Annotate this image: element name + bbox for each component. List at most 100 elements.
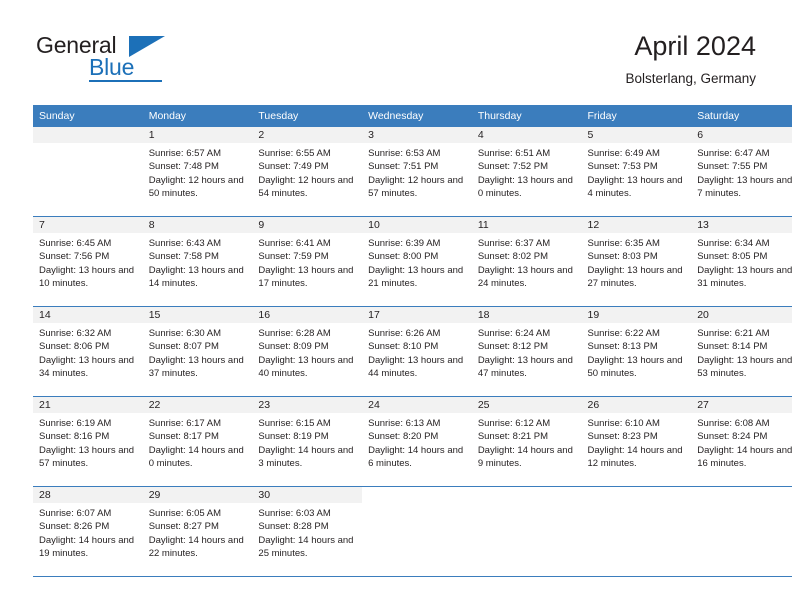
calendar-day-cell[interactable]: 12 Sunrise: 6:35 AM Sunset: 8:03 PM Dayligh… [581,216,692,307]
day-number: 25 [471,397,582,413]
calendar-day-cell[interactable]: 30 Sunrise: 6:03 AM Sunset: 8:28 PM Dayligh… [252,486,363,577]
day-details: Sunrise: 6:55 AM Sunset: 7:49 PM Daylight:… [252,143,362,201]
general-blue-logo: General Blue [36,32,216,84]
calendar-day-cell[interactable]: 4 Sunrise: 6:51 AM Sunset: 7:52 PM Daylight… [471,127,582,217]
sunrise-text: Sunrise: 6:57 AM [148,148,222,159]
day-details: Sunrise: 6:28 AM Sunset: 8:09 PM Daylight:… [252,323,362,381]
day-number: 23 [252,397,363,413]
calendar-day-cell[interactable] [471,486,582,577]
day-details: Sunrise: 6:21 AM Sunset: 8:14 PM Daylight:… [691,323,792,381]
sunset-text: Sunset: 8:02 PM [477,251,549,263]
calendar-day-cell[interactable]: 11 Sunrise: 6:37 AM Sunset: 8:02 PM Dayligh… [471,216,582,307]
page-header: General Blue April 2024 Bolsterlang, Ger… [0,0,792,100]
day-cell-inner: 11 Sunrise: 6:37 AM Sunset: 8:02 PM Dayligh… [471,217,582,306]
calendar-day-cell[interactable]: 13 Sunrise: 6:34 AM Sunset: 8:05 PM Dayligh… [691,216,792,307]
calendar-day-cell[interactable]: 7 Sunrise: 6:45 AM Sunset: 7:56 PM Daylight… [33,216,143,307]
calendar-day-cell[interactable]: 2 Sunrise: 6:55 AM Sunset: 7:49 PM Daylight… [252,127,363,217]
calendar-day-cell[interactable]: 16 Sunrise: 6:28 AM Sunset: 8:09 PM Dayligh… [252,306,363,397]
calendar-day-cell[interactable]: 25 Sunrise: 6:12 AM Sunset: 8:21 PM Dayligh… [471,396,582,487]
day-cell-inner: 28 Sunrise: 6:07 AM Sunset: 8:26 PM Dayligh… [33,487,143,576]
calendar-day-cell[interactable]: 24 Sunrise: 6:13 AM Sunset: 8:20 PM Dayligh… [362,396,472,487]
sunset-text: Sunset: 8:24 PM [697,431,768,443]
calendar-day-cell[interactable]: 9 Sunrise: 6:41 AM Sunset: 7:59 PM Daylight… [252,216,363,307]
day-details: Sunrise: 6:34 AM Sunset: 8:05 PM Daylight:… [691,233,792,291]
day-cell-inner: 18 Sunrise: 6:24 AM Sunset: 8:12 PM Dayligh… [471,307,582,396]
calendar-day-cell[interactable]: 26 Sunrise: 6:10 AM Sunset: 8:23 PM Dayligh… [581,396,692,487]
calendar-day-cell[interactable]: 3 Sunrise: 6:53 AM Sunset: 7:51 PM Daylight… [362,127,472,217]
calendar-day-cell[interactable]: 21 Sunrise: 6:19 AM Sunset: 8:16 PM Dayligh… [33,396,143,487]
sunset-text: Sunset: 8:10 PM [368,341,439,353]
day-details: Sunrise: 6:37 AM Sunset: 8:02 PM Daylight:… [472,233,582,291]
sunset-text: Sunset: 8:16 PM [39,431,110,443]
calendar-day-cell[interactable]: 15 Sunrise: 6:30 AM Sunset: 8:07 PM Dayligh… [142,306,253,397]
calendar-day-cell[interactable] [362,486,472,577]
day-details: Sunrise: 6:03 AM Sunset: 8:28 PM Daylight:… [252,503,362,561]
weekday-header-monday: Monday [142,105,253,127]
sunset-text: Sunset: 8:20 PM [368,431,439,443]
calendar-day-cell[interactable]: 10 Sunrise: 6:39 AM Sunset: 8:00 PM Dayligh… [362,216,472,307]
sunrise-text: Sunrise: 6:37 AM [477,238,551,249]
day-number: 28 [33,487,143,503]
daylight-text: Daylight: 13 hours and 17 minutes. [258,264,354,290]
day-number: 14 [33,307,143,323]
day-number: 13 [691,217,792,233]
calendar-day-cell[interactable]: 8 Sunrise: 6:43 AM Sunset: 7:58 PM Daylight… [142,216,253,307]
calendar-day-cell[interactable] [581,486,692,577]
daylight-text: Daylight: 13 hours and 24 minutes. [477,264,573,290]
calendar-day-cell[interactable]: 28 Sunrise: 6:07 AM Sunset: 8:26 PM Dayligh… [33,486,143,577]
calendar-day-cell[interactable]: 20 Sunrise: 6:21 AM Sunset: 8:14 PM Dayligh… [691,306,792,397]
sunset-text: Sunset: 8:03 PM [587,251,658,263]
day-number: 30 [252,487,363,503]
sunrise-text: Sunrise: 6:21 AM [697,328,770,339]
daylight-text: Daylight: 13 hours and 21 minutes. [368,264,464,290]
calendar-day-cell[interactable]: 1 Sunrise: 6:57 AM Sunset: 7:48 PM Daylight… [142,127,253,217]
day-number: 26 [581,397,692,413]
calendar-day-cell[interactable]: 22 Sunrise: 6:17 AM Sunset: 8:17 PM Dayligh… [142,396,253,487]
sunset-text: Sunset: 8:19 PM [258,431,329,443]
calendar-day-cell[interactable] [691,486,792,577]
calendar-day-cell[interactable]: 23 Sunrise: 6:15 AM Sunset: 8:19 PM Dayligh… [252,396,363,487]
sunset-text: Sunset: 7:55 PM [697,161,768,173]
daylight-text: Daylight: 13 hours and 27 minutes. [587,264,683,290]
logo-text-blue: Blue [89,54,135,80]
sunset-text: Sunset: 8:21 PM [477,431,549,443]
day-number: 15 [142,307,253,323]
title-block: April 2024 Bolsterlang, Germany [625,30,756,88]
calendar-day-cell[interactable] [33,127,143,217]
sunset-text: Sunset: 7:56 PM [39,251,110,263]
sunset-text: Sunset: 8:12 PM [477,341,549,353]
day-cell-inner: 23 Sunrise: 6:15 AM Sunset: 8:19 PM Dayligh… [252,397,363,486]
day-details [362,503,472,507]
sunrise-text: Sunrise: 6:15 AM [258,418,331,429]
day-number: 1 [142,127,253,143]
day-details: Sunrise: 6:24 AM Sunset: 8:12 PM Daylight:… [472,323,582,381]
day-number: 9 [252,217,363,233]
calendar-day-cell[interactable]: 5 Sunrise: 6:49 AM Sunset: 7:53 PM Daylight… [581,127,692,217]
sunrise-text: Sunrise: 6:35 AM [587,238,660,249]
day-details: Sunrise: 6:49 AM Sunset: 7:53 PM Daylight:… [582,143,692,201]
calendar-day-cell[interactable]: 18 Sunrise: 6:24 AM Sunset: 8:12 PM Dayligh… [471,306,582,397]
sunset-text: Sunset: 7:51 PM [368,161,439,173]
day-cell-inner [691,487,792,576]
day-cell-inner [33,127,143,216]
sunrise-text: Sunrise: 6:53 AM [368,148,441,159]
sunrise-text: Sunrise: 6:47 AM [697,148,770,159]
calendar-day-cell[interactable]: 29 Sunrise: 6:05 AM Sunset: 8:27 PM Dayligh… [142,486,253,577]
day-cell-inner: 6 Sunrise: 6:47 AM Sunset: 7:55 PM Daylight… [691,127,792,216]
daylight-text: Daylight: 13 hours and 0 minutes. [477,174,573,200]
calendar-day-cell[interactable]: 27 Sunrise: 6:08 AM Sunset: 8:24 PM Dayligh… [691,396,792,487]
sunrise-text: Sunrise: 6:55 AM [258,148,331,159]
calendar-day-cell[interactable]: 6 Sunrise: 6:47 AM Sunset: 7:55 PM Daylight… [691,127,792,217]
sunrise-text: Sunrise: 6:41 AM [258,238,331,249]
day-cell-inner: 4 Sunrise: 6:51 AM Sunset: 7:52 PM Daylight… [471,127,582,216]
calendar-day-cell[interactable]: 19 Sunrise: 6:22 AM Sunset: 8:13 PM Dayligh… [581,306,692,397]
day-number: 8 [142,217,253,233]
calendar-day-cell[interactable]: 17 Sunrise: 6:26 AM Sunset: 8:10 PM Dayligh… [362,306,472,397]
day-details: Sunrise: 6:10 AM Sunset: 8:23 PM Daylight:… [582,413,692,471]
calendar-day-cell[interactable]: 14 Sunrise: 6:32 AM Sunset: 8:06 PM Dayligh… [33,306,143,397]
sunrise-text: Sunrise: 6:32 AM [39,328,112,339]
day-cell-inner [362,487,472,576]
sunset-text: Sunset: 8:09 PM [258,341,329,353]
calendar-body: 1 Sunrise: 6:57 AM Sunset: 7:48 PM Daylight… [33,127,792,577]
day-cell-inner: 7 Sunrise: 6:45 AM Sunset: 7:56 PM Daylight… [33,217,143,306]
